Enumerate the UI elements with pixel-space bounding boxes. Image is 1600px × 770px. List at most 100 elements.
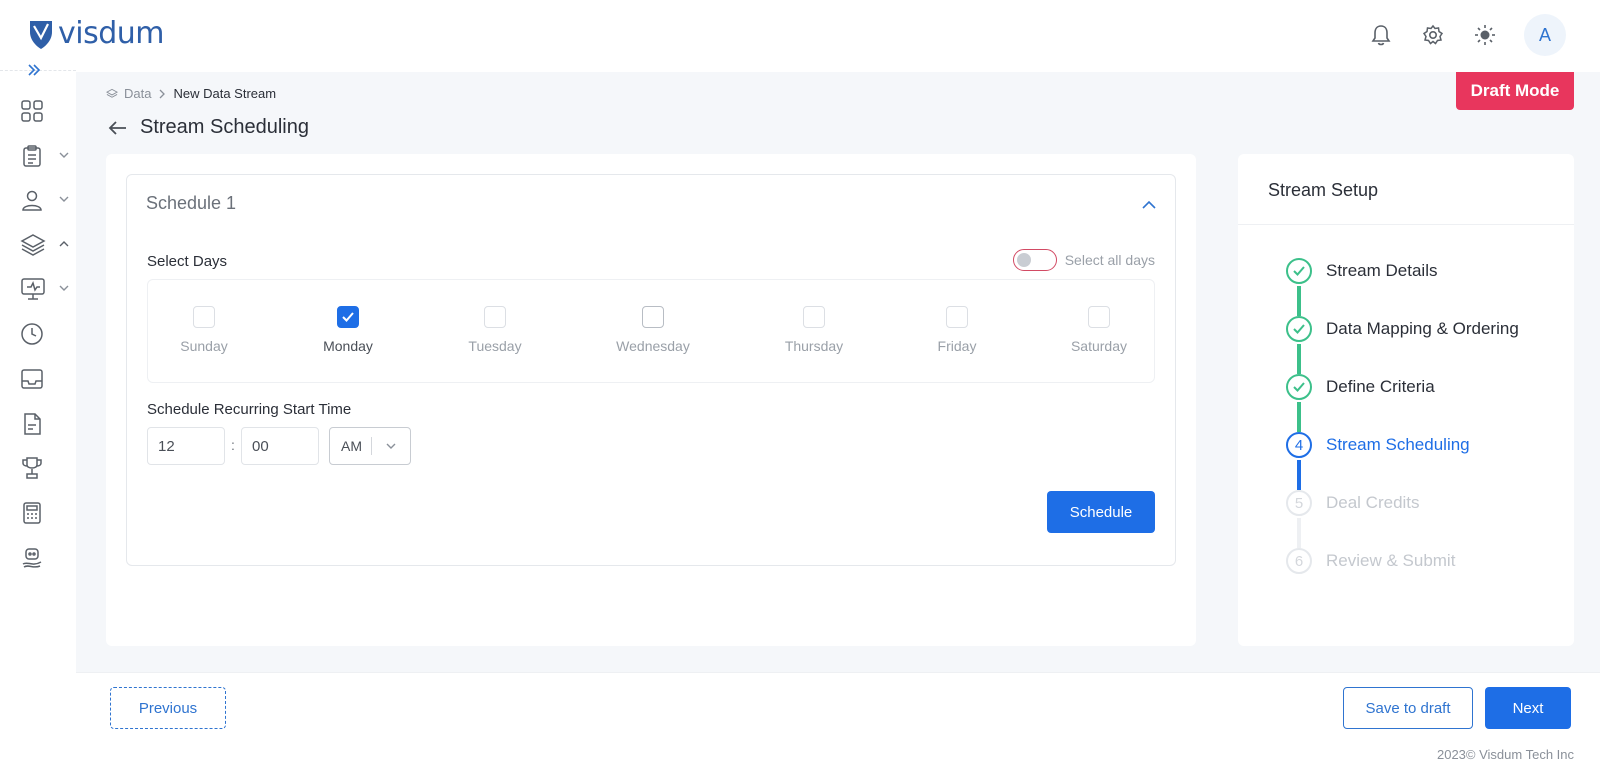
top-bar: visdum A (0, 0, 1600, 70)
hour-input[interactable]: 12 (147, 427, 225, 465)
copyright: 2023© Visdum Tech Inc (1436, 747, 1574, 762)
expand-sidebar-icon[interactable] (26, 63, 46, 79)
brand-logo[interactable]: visdum (28, 16, 165, 51)
schedule-title: Schedule 1 (146, 193, 237, 213)
check-icon (342, 312, 354, 322)
sidebar (0, 64, 76, 770)
step-label: Review & Submit (1326, 551, 1456, 570)
chevron-up-icon (59, 241, 69, 247)
day-label: Tuesday (468, 338, 522, 354)
bell-icon[interactable] (1368, 22, 1394, 48)
day-label: Wednesday (616, 338, 690, 354)
day-checkbox[interactable] (337, 306, 359, 328)
day-option[interactable]: Thursday (764, 306, 864, 354)
sun-icon[interactable] (1472, 22, 1498, 48)
chevron-up-icon[interactable] (1141, 197, 1157, 213)
back-arrow-icon[interactable] (108, 120, 128, 136)
draft-mode-badge: Draft Mode (1456, 72, 1574, 110)
stream-setup-title: Stream Setup (1268, 180, 1379, 200)
step-define-criteria[interactable]: Define Criteria (1286, 374, 1435, 400)
main-content: Data New Data Stream Stream Scheduling D… (76, 72, 1600, 672)
sidebar-item-achievements[interactable] (20, 453, 70, 483)
step-data-mapping[interactable]: Data Mapping & Ordering (1286, 316, 1519, 342)
step-label: Define Criteria (1326, 377, 1435, 396)
chevron-down-icon (59, 285, 69, 291)
step-stream-details[interactable]: Stream Details (1286, 258, 1437, 284)
schedule-button[interactable]: Schedule (1047, 491, 1155, 533)
breadcrumb-root[interactable]: Data (124, 86, 151, 101)
day-option[interactable]: Monday (298, 306, 398, 354)
sidebar-item-calculator[interactable] (20, 498, 70, 528)
am-pm-select[interactable]: AM (329, 427, 411, 465)
sidebar-item-documents[interactable] (20, 409, 70, 439)
day-label: Thursday (784, 338, 844, 354)
step-stream-scheduling[interactable]: 4 Stream Scheduling (1286, 432, 1470, 458)
layers-icon (20, 234, 46, 256)
sidebar-item-history[interactable] (20, 319, 70, 349)
day-option[interactable]: Friday (907, 306, 1007, 354)
day-label: Sunday (180, 338, 228, 354)
select-all-days-label: Select all days (1064, 252, 1155, 268)
sidebar-item-data[interactable] (20, 230, 70, 260)
support-icon (22, 548, 42, 568)
day-option[interactable]: Wednesday (603, 306, 703, 354)
clock-icon (21, 323, 43, 345)
day-checkbox[interactable] (484, 306, 506, 328)
step-label: Stream Details (1326, 261, 1438, 280)
sidebar-item-dashboard[interactable] (20, 96, 70, 126)
chevron-down-icon (59, 152, 69, 158)
day-checkbox[interactable] (642, 306, 664, 328)
schedule-card: Schedule 1 Select Days Select all days S… (106, 154, 1196, 646)
breadcrumb: Data New Data Stream (106, 86, 276, 101)
day-checkbox[interactable] (193, 306, 215, 328)
chevron-down-icon (386, 443, 396, 449)
chevron-down-icon (59, 196, 69, 202)
days-selector: Sunday Monday Tuesday Wednesday Thursday… (147, 279, 1155, 383)
check-circle-icon (1286, 258, 1312, 284)
gear-icon[interactable] (1420, 22, 1446, 48)
stream-setup-card: Stream Setup Stream Details Data Mapping… (1238, 154, 1574, 646)
avatar[interactable]: A (1524, 14, 1566, 56)
step-deal-credits: 5 Deal Credits (1286, 490, 1420, 516)
step-review-submit: 6 Review & Submit (1286, 548, 1455, 574)
select-all-days-toggle[interactable] (1012, 249, 1057, 271)
document-icon (24, 413, 41, 435)
layers-icon (106, 88, 118, 98)
sidebar-item-clipboard[interactable] (20, 141, 70, 171)
user-icon (22, 190, 42, 211)
clipboard-icon (23, 145, 41, 167)
minute-input[interactable]: 00 (241, 427, 319, 465)
day-checkbox[interactable] (803, 306, 825, 328)
sidebar-item-support[interactable] (20, 543, 70, 573)
day-label: Saturday (1070, 338, 1128, 354)
day-label: Monday (323, 338, 373, 354)
check-circle-icon (1286, 316, 1312, 342)
previous-button[interactable]: Previous (110, 687, 226, 729)
brand-name: visdum (58, 16, 165, 51)
breadcrumb-current: New Data Stream (173, 86, 277, 101)
time-separator: : (231, 437, 235, 453)
sidebar-item-user[interactable] (20, 185, 70, 215)
day-label: Friday (937, 338, 977, 354)
chevron-right-icon (160, 89, 166, 98)
save-draft-button[interactable]: Save to draft (1343, 687, 1473, 729)
day-checkbox[interactable] (946, 306, 968, 328)
day-option[interactable]: Sunday (154, 306, 254, 354)
step-label: Stream Scheduling (1326, 435, 1470, 454)
trophy-icon (22, 457, 42, 479)
next-button[interactable]: Next (1485, 687, 1571, 729)
day-option[interactable]: Tuesday (445, 306, 545, 354)
sidebar-item-monitor[interactable] (20, 274, 70, 304)
day-option[interactable]: Saturday (1049, 306, 1149, 354)
schedule-panel: Schedule 1 Select Days Select all days S… (126, 174, 1176, 566)
start-time-label: Schedule Recurring Start Time (147, 401, 352, 418)
shield-logo-icon (30, 20, 52, 49)
day-checkbox[interactable] (1088, 306, 1110, 328)
dashboard-icon (21, 100, 43, 122)
step-label: Deal Credits (1326, 493, 1420, 512)
inbox-icon (21, 369, 43, 389)
footer-actions: Previous Save to draft Next (76, 672, 1600, 742)
step-number: 5 (1286, 490, 1312, 516)
select-days-label: Select Days (147, 253, 228, 270)
sidebar-item-inbox[interactable] (20, 364, 70, 394)
